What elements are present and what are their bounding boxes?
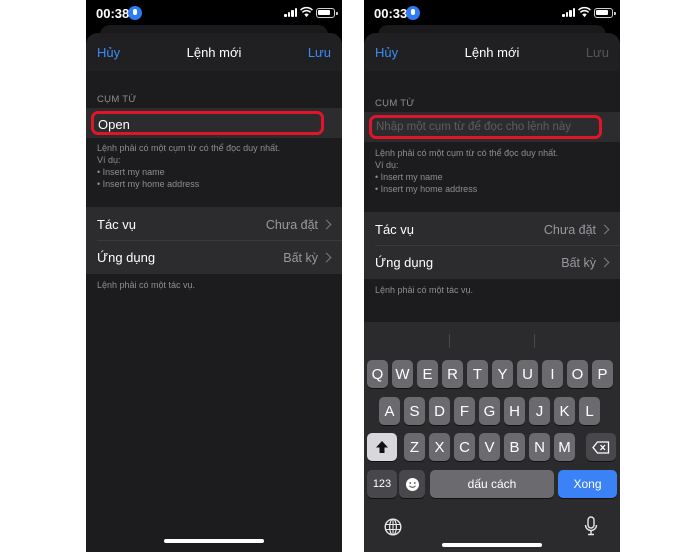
red-highlight-box [91,111,324,135]
delete-backspace-icon [592,440,610,454]
battery-icon [594,8,616,18]
cellular-signal-icon [284,8,298,17]
backspace-key[interactable] [586,433,616,461]
key-o[interactable]: O [567,360,588,388]
mic-icon [406,6,420,20]
key-q[interactable]: Q [367,360,388,388]
key-u[interactable]: U [517,360,538,388]
key-c[interactable]: C [454,433,475,461]
new-command-sheet: Hủy Lệnh mới Lưu CỤM TỪ Open Lệnh phải c… [86,33,342,552]
key-e[interactable]: E [417,360,438,388]
action-footnote: Lệnh phải có một tác vụ. [97,280,196,290]
red-highlight-box [369,115,602,139]
key-s[interactable]: S [404,397,425,425]
command-settings-group: Tác vụ Chưa đặt Ứng dụng Bất kỳ [86,207,342,274]
phrase-footnote: Lệnh phải có một cụm từ có thể đọc duy n… [375,148,559,194]
cellular-signal-icon [562,8,576,17]
phone-screen-right: 00:33 Hủy Lệnh mới Lưu CỤM TỪ Nhập một c… [364,0,620,552]
key-j[interactable]: J [529,397,550,425]
command-settings-group: Tác vụ Chưa đặt Ứng dụng Bất kỳ [364,212,620,279]
emoji-face-icon [405,477,419,491]
key-t[interactable]: T [467,360,488,388]
keyboard: Q W E R T Y U I O P A S D F G H J K L Z … [364,322,620,552]
key-p[interactable]: P [592,360,613,388]
key-k[interactable]: K [554,397,575,425]
key-n[interactable]: N [529,433,550,461]
key-y[interactable]: Y [492,360,513,388]
space-key[interactable]: dấu cách [430,470,554,498]
action-label: Tác vụ [97,217,137,232]
done-key[interactable]: Xong [558,470,617,498]
phone-screen-left: 00:38 Hủy Lệnh mới Lưu CỤM TỪ Open Lệnh … [86,0,342,552]
key-x[interactable]: X [429,433,450,461]
action-value: Chưa đặt [265,218,318,232]
wifi-icon [578,6,591,18]
clock: 00:38 [96,6,130,21]
action-label: Tác vụ [375,222,415,237]
chevron-right-icon [599,257,610,268]
key-l[interactable]: L [579,397,600,425]
emoji-key[interactable] [399,470,425,498]
save-button[interactable]: Lưu [586,45,609,60]
status-bar: 00:33 [364,0,620,26]
key-i[interactable]: I [542,360,563,388]
nav-title: Lệnh mới [464,45,520,60]
nav-title: Lệnh mới [186,45,242,60]
key-z[interactable]: Z [404,433,425,461]
wifi-icon [300,6,313,18]
status-bar: 00:38 [86,0,342,26]
app-label: Ứng dụng [375,255,434,270]
shift-key[interactable] [367,433,397,461]
save-button[interactable]: Lưu [308,45,331,60]
chevron-right-icon [321,252,332,263]
chevron-right-icon [599,224,610,235]
mic-icon [128,6,142,20]
home-indicator[interactable] [442,543,542,547]
key-m[interactable]: M [554,433,575,461]
phrase-section-header: CỤM TỪ [97,94,137,105]
action-value: Chưa đặt [543,223,596,237]
key-d[interactable]: D [429,397,450,425]
app-value: Bất kỳ [283,251,318,265]
key-v[interactable]: V [479,433,500,461]
key-h[interactable]: H [504,397,525,425]
battery-icon [316,8,338,18]
numbers-key[interactable]: 123 [367,470,397,498]
key-w[interactable]: W [392,360,413,388]
key-f[interactable]: F [454,397,475,425]
globe-icon[interactable] [384,518,402,536]
key-a[interactable]: A [379,397,400,425]
clock: 00:33 [374,6,408,21]
dictation-mic-icon[interactable] [584,516,598,536]
action-footnote: Lệnh phải có một tác vụ. [375,285,474,295]
key-r[interactable]: R [442,360,463,388]
app-label: Ứng dụng [97,250,156,265]
key-b[interactable]: B [504,433,525,461]
shift-arrow-icon [376,441,388,453]
home-indicator[interactable] [164,539,264,543]
nav-bar: Hủy Lệnh mới Lưu [86,33,342,71]
chevron-right-icon [321,219,332,230]
phrase-footnote: Lệnh phải có một cụm từ có thể đọc duy n… [97,143,281,189]
nav-bar: Hủy Lệnh mới Lưu [364,33,620,71]
key-g[interactable]: G [479,397,500,425]
app-value: Bất kỳ [561,256,596,270]
phrase-section-header: CỤM TỪ [375,98,415,109]
